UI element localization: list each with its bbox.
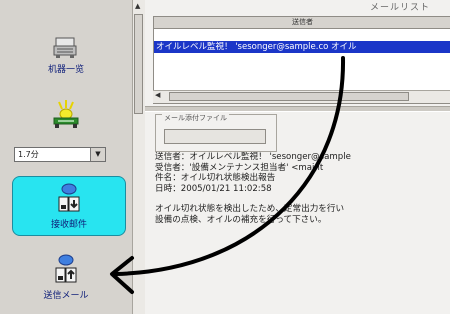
- scrollbar-thumb[interactable]: [134, 14, 143, 114]
- sidebar: 机器一览 1.7分 ▼ 接收邮件 送信メール: [0, 0, 133, 314]
- received-mail-icon: [58, 183, 80, 212]
- mail-detail-text: 送信者：オイルレベル監視！ 'sesonger@sample 受信者：'設備メン…: [155, 152, 450, 226]
- pane-splitter[interactable]: [145, 106, 450, 112]
- mail-list-row-selected[interactable]: オイルレベル監視！ 'sesonger@sample.co オイル: [154, 41, 450, 53]
- mail-list-title: メールリスト: [369, 3, 430, 13]
- sidebar-scrollbar[interactable]: ▲: [132, 0, 145, 314]
- detail-body-line-1: オイル切れ状態を検出したため、定常出力を行い: [155, 204, 345, 215]
- alarm-interval-value: 1.7分: [18, 150, 39, 159]
- scroll-up-icon[interactable]: ▲: [135, 2, 140, 10]
- attachment-group: メール添付ファイル: [155, 113, 277, 152]
- device-list-icon: [53, 37, 77, 58]
- sidebar-item-received-mail[interactable]: 接收邮件: [12, 176, 126, 236]
- attachment-group-label: メール添付ファイル: [162, 113, 229, 123]
- detail-line-date: 日時：2005/01/21 11:02:58: [155, 183, 272, 194]
- dropdown-arrow-icon[interactable]: ▼: [90, 148, 105, 161]
- device-list-label: 机器一览: [47, 65, 84, 75]
- detail-line-recipient: 受信者：'設備メンテナンス担当者' <maint: [155, 162, 324, 173]
- alarm-lamp-icon: [53, 100, 79, 128]
- main-panel: メールリスト 送信者 オイルレベル監視！ 'sesonger@sample.co…: [145, 0, 450, 314]
- detail-spacer: [155, 194, 450, 204]
- sent-mail-label: 送信メール: [43, 291, 89, 301]
- detail-body-line-2: 設備の点検、オイルの補充を行って下さい。: [155, 214, 327, 225]
- received-mail-label: 接收邮件: [50, 220, 87, 230]
- detail-line-sender: 送信者：オイルレベル監視！ 'sesonger@sample: [155, 152, 351, 162]
- alarm-interval-select[interactable]: 1.7分 ▼: [14, 147, 106, 162]
- mail-list-horizontal-scrollbar[interactable]: ◀: [153, 90, 450, 103]
- column-header-sender[interactable]: 送信者: [154, 17, 450, 29]
- horizontal-scroll-thumb[interactable]: [169, 92, 409, 101]
- attachment-field[interactable]: [164, 129, 266, 144]
- application-window: 机器一览 1.7分 ▼ 接收邮件 送信メール ▲ メールリスト 送信者 オイルレ…: [0, 0, 450, 314]
- detail-line-subject: 件名：オイル切れ状態検出報告: [155, 173, 276, 184]
- sidebar-item-sent-mail[interactable]: 送信メール: [8, 254, 124, 310]
- scroll-left-icon[interactable]: ◀: [155, 91, 160, 99]
- sidebar-item-device-list[interactable]: 机器一览: [8, 36, 124, 84]
- sent-mail-icon: [55, 254, 77, 283]
